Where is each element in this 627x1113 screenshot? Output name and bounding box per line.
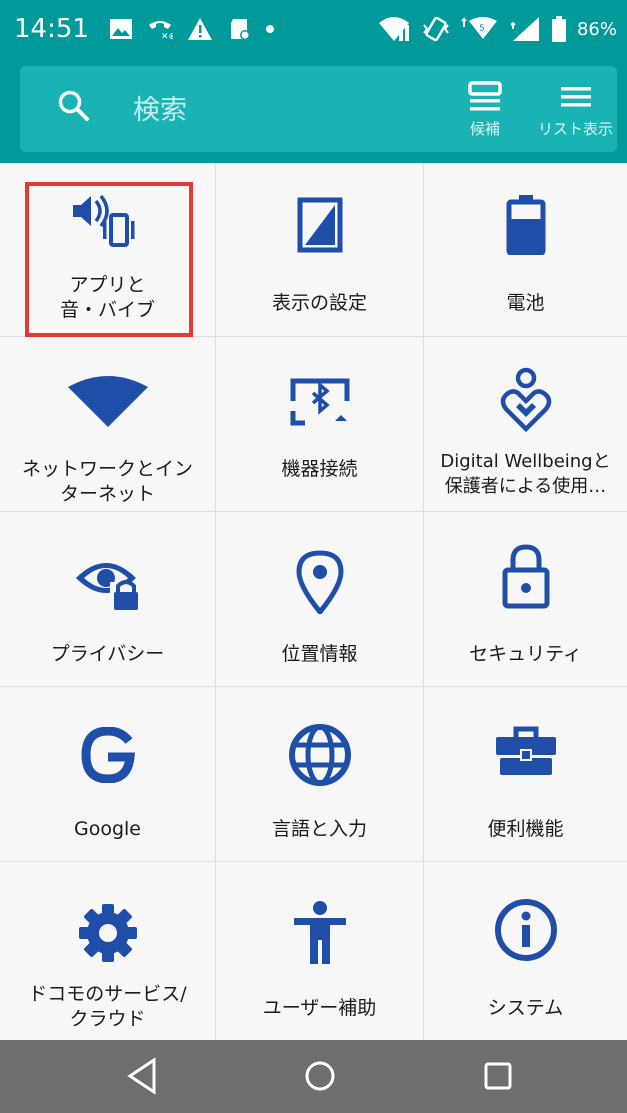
- recents-icon[interactable]: [479, 1056, 517, 1096]
- tile-label: 位置情報: [281, 643, 358, 665]
- header: 検索 候補 リスト表示: [0, 58, 627, 163]
- tile-label: プライバシー: [50, 643, 165, 665]
- tile-useful-functions[interactable]: 便利機能: [424, 687, 627, 861]
- tile-label: Google: [73, 818, 141, 840]
- missed-call-icon: ✕⊗: [148, 21, 173, 41]
- wifi-calling-icon: [378, 17, 409, 41]
- info-icon: [494, 899, 557, 961]
- cell-signal-icon: [510, 17, 539, 41]
- tile-label: システム: [487, 997, 564, 1019]
- tile-accessibility[interactable]: ユーザー補助: [216, 862, 423, 1040]
- search-icon[interactable]: [56, 88, 92, 124]
- tile-language-input[interactable]: 言語と入力: [216, 687, 423, 861]
- menu-list-icon: [560, 87, 591, 107]
- svg-text:✕⊗: ✕⊗: [161, 32, 173, 41]
- status-time: 14:51: [14, 14, 89, 44]
- signal-data-icon: 5: [461, 17, 497, 39]
- tile-device-connection[interactable]: 機器接続: [216, 337, 423, 511]
- toolbox-icon: [495, 726, 556, 775]
- tile-privacy[interactable]: プライバシー: [0, 512, 215, 686]
- highlight-box: [25, 182, 193, 337]
- candidates-button[interactable]: 候補: [468, 80, 502, 139]
- tile-label: ネットワークとイン ターネット: [21, 458, 193, 505]
- tile-label: 電池: [506, 292, 545, 314]
- tile-security[interactable]: セキュリティ: [424, 512, 627, 686]
- tile-label: ドコモのサービス/ クラウド: [28, 983, 187, 1030]
- status-right: 5 86%: [377, 15, 617, 43]
- search-placeholder[interactable]: 検索: [133, 88, 187, 127]
- tile-network-internet[interactable]: ネットワークとイン ターネット: [0, 337, 215, 511]
- list-view-label: リスト表示: [538, 120, 614, 138]
- accessibility-icon: [293, 901, 346, 964]
- tile-label: 機器接続: [281, 458, 358, 480]
- tile-label: 言語と入力: [271, 818, 367, 840]
- notification-icons: ✕⊗: [109, 17, 275, 41]
- tile-label: 表示の設定: [271, 292, 367, 314]
- gear-icon: [78, 904, 137, 962]
- back-icon[interactable]: [124, 1056, 160, 1096]
- bluetooth-cast-icon: [290, 378, 349, 426]
- display-icon: [297, 197, 342, 253]
- tile-label: セキュリティ: [469, 643, 582, 665]
- tile-digital-wellbeing[interactable]: Digital Wellbeingと 保護者による使用…: [424, 337, 627, 511]
- battery-icon: [506, 195, 545, 255]
- tile-google[interactable]: Google: [0, 687, 215, 861]
- status-bar: 14:51 ✕⊗ 5 86%: [0, 0, 627, 58]
- warning-icon: [187, 18, 212, 40]
- search-bar[interactable]: 検索 候補 リスト表示: [20, 66, 617, 152]
- battery-percent: 86%: [576, 18, 617, 40]
- wifi-icon: [67, 376, 148, 427]
- sd-card-icon: [230, 19, 250, 40]
- tile-battery[interactable]: 電池: [424, 163, 627, 336]
- list-view-button[interactable]: リスト表示: [538, 80, 613, 139]
- image-notification-icon: [109, 19, 132, 39]
- navigation-bar: [0, 1040, 627, 1113]
- dot-icon: [265, 25, 274, 33]
- svg-text:5: 5: [479, 24, 485, 34]
- tile-docomo-services[interactable]: ドコモのサービス/ クラウド: [0, 862, 215, 1040]
- candidates-label: 候補: [469, 120, 500, 138]
- tile-system[interactable]: システム: [424, 862, 627, 1040]
- tile-label: ユーザー補助: [262, 997, 377, 1019]
- location-pin-icon: [295, 550, 344, 614]
- lock-icon: [502, 544, 549, 609]
- tile-display[interactable]: 表示の設定: [216, 163, 423, 336]
- battery-status-icon: [551, 16, 566, 42]
- vibrate-icon: [423, 16, 449, 42]
- globe-icon: [288, 724, 351, 786]
- wellbeing-icon: [500, 367, 551, 433]
- google-g-icon: [80, 727, 135, 783]
- home-icon[interactable]: [301, 1056, 339, 1096]
- tile-label: 便利機能: [487, 818, 564, 840]
- tile-location[interactable]: 位置情報: [216, 512, 423, 686]
- privacy-eye-lock-icon: [75, 563, 142, 612]
- tile-label: Digital Wellbeingと 保護者による使用…: [440, 451, 611, 497]
- candidates-icon: [468, 81, 502, 111]
